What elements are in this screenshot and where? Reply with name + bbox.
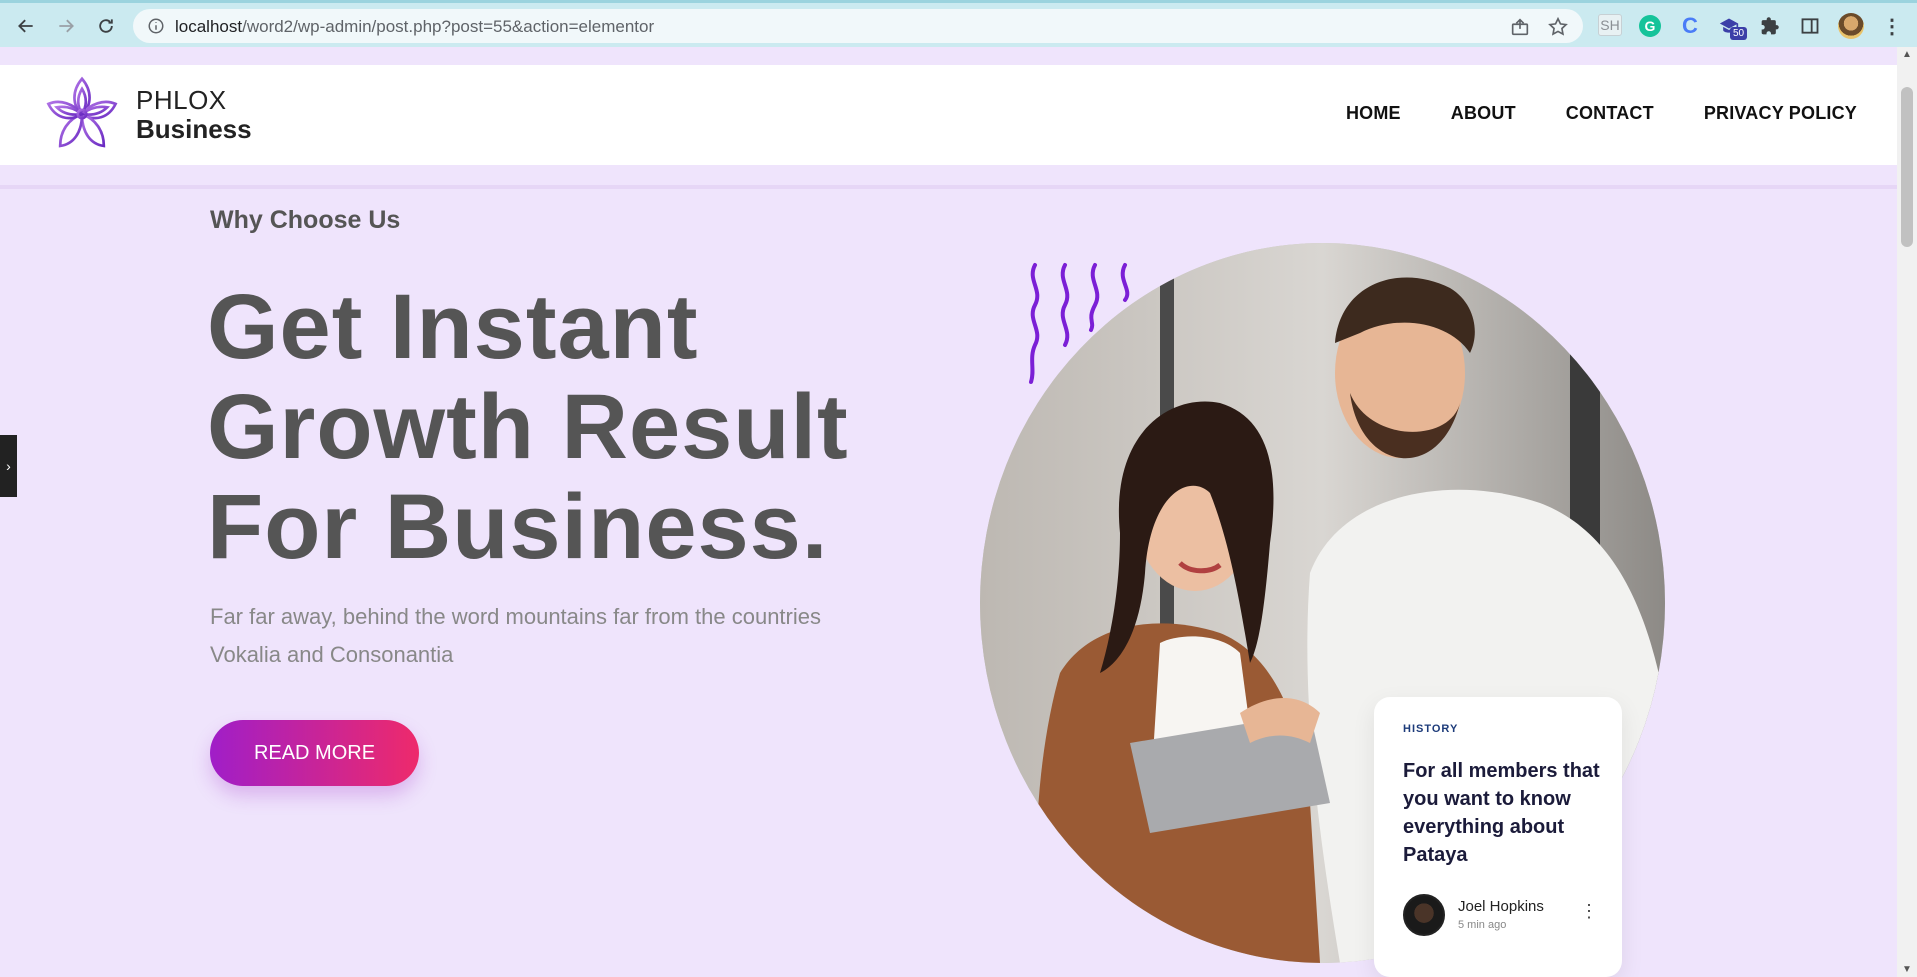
back-icon[interactable] [12, 12, 40, 40]
page-scrollbar[interactable]: ▲ ▼ [1897, 47, 1917, 977]
elementor-panel-toggle[interactable]: › [0, 435, 17, 497]
star-icon[interactable] [1547, 16, 1569, 38]
brand-top: PHLOX [136, 85, 227, 115]
post-title[interactable]: For all members that you want to know ev… [1403, 757, 1603, 869]
reload-icon[interactable] [92, 12, 120, 40]
url-text[interactable]: localhost/word2/wp-admin/post.php?post=5… [175, 17, 654, 37]
menu-icon[interactable]: ⋮ [1879, 13, 1905, 39]
scroll-up-icon[interactable]: ▲ [1902, 49, 1912, 60]
info-icon[interactable] [147, 17, 165, 35]
puzzle-icon[interactable] [1757, 13, 1783, 39]
author-avatar [1403, 894, 1445, 936]
grammarly-icon[interactable]: G [1639, 15, 1661, 37]
extension-badge: 50 [1730, 27, 1748, 40]
menu-item-contact[interactable]: CONTACT [1566, 103, 1654, 124]
headline-line: Get Instant [207, 276, 699, 378]
scrollbar-thumb[interactable] [1901, 87, 1913, 247]
author-name[interactable]: Joel Hopkins [1458, 898, 1544, 915]
hero-description: Far far away, behind the word mountains … [210, 604, 821, 667]
forward-icon[interactable] [52, 12, 80, 40]
menu-item-privacy-policy[interactable]: PRIVACY POLICY [1704, 103, 1857, 124]
profile-avatar[interactable] [1838, 13, 1864, 39]
header-divider [0, 185, 1897, 189]
share-icon[interactable] [1509, 16, 1531, 38]
sidepanel-icon[interactable] [1797, 13, 1823, 39]
main-menu: HOME ABOUT CONTACT PRIVACY POLICY [1346, 103, 1857, 124]
scroll-down-icon[interactable]: ▼ [1902, 964, 1912, 975]
hero-eyebrow: Why Choose Us [210, 206, 401, 234]
post-category[interactable]: HISTORY [1403, 723, 1458, 735]
headline-line: For Business. [207, 476, 829, 578]
headline-line: Growth Result [207, 376, 849, 478]
sh-extension-icon[interactable]: SH [1598, 14, 1622, 36]
site-header: PHLOX Business HOME ABOUT CONTACT PRIVAC… [0, 65, 1897, 165]
brand-name[interactable]: PHLOX Business [136, 85, 252, 145]
browser-toolbar: localhost/word2/wp-admin/post.php?post=5… [0, 0, 1917, 47]
more-options-icon[interactable]: ⋮ [1580, 901, 1598, 922]
menu-item-home[interactable]: HOME [1346, 103, 1401, 124]
address-bar[interactable]: localhost/word2/wp-admin/post.php?post=5… [133, 9, 1583, 43]
post-card[interactable]: HISTORY For all members that you want to… [1374, 697, 1622, 977]
hero-headline: Get Instant Growth Result For Business. [207, 277, 849, 577]
read-more-button[interactable]: READ MORE [210, 720, 419, 786]
flower-logo-icon[interactable] [40, 72, 124, 156]
brand-bottom: Business [136, 114, 252, 144]
menu-item-about[interactable]: ABOUT [1451, 103, 1516, 124]
c-extension-icon[interactable]: C [1677, 13, 1703, 39]
post-time: 5 min ago [1458, 919, 1507, 931]
chevron-right-icon: › [6, 458, 11, 474]
graduation-hat-icon[interactable]: 50 [1716, 13, 1748, 40]
